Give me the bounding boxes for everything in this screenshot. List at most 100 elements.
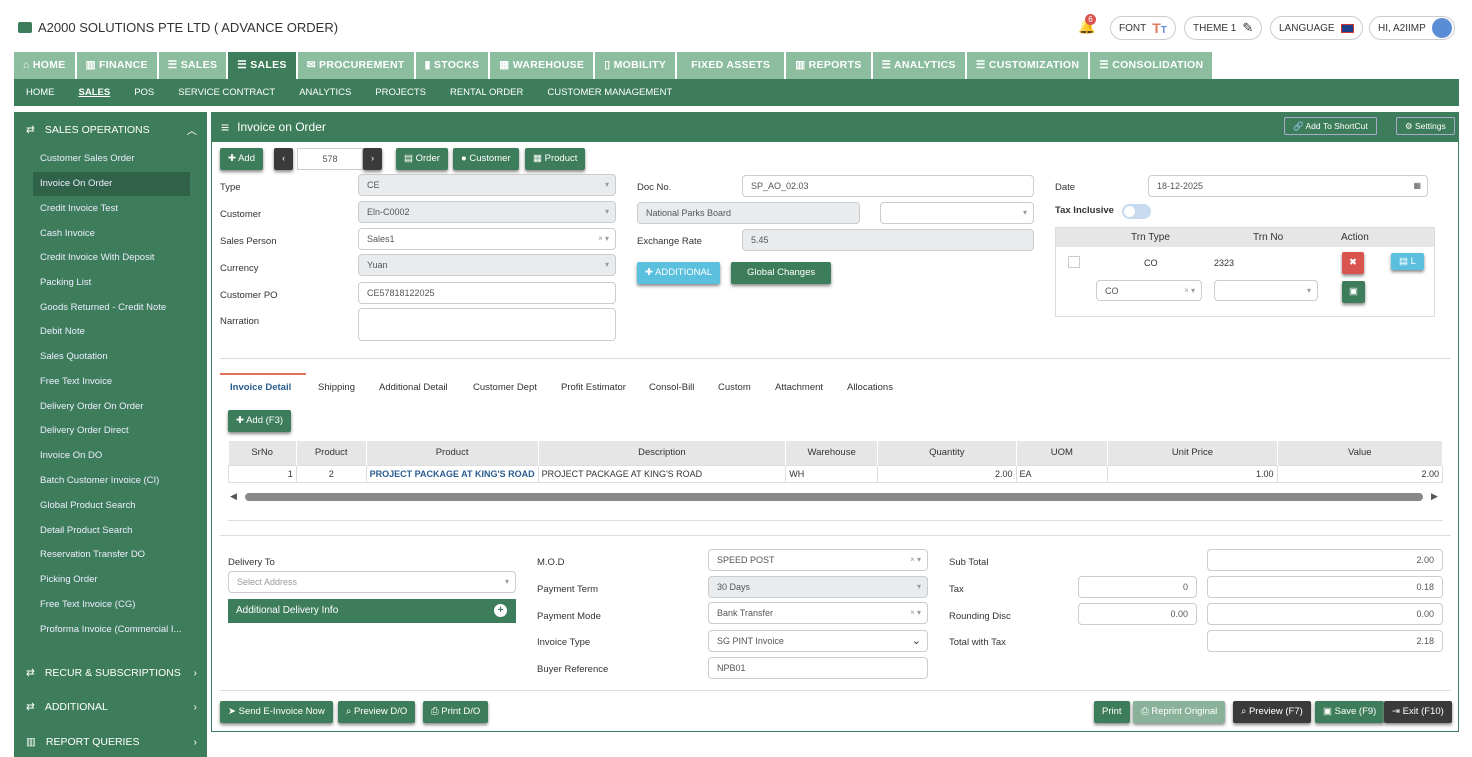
order-button[interactable]: ▤ Order (396, 148, 448, 170)
subnav-home[interactable]: HOME (14, 79, 67, 106)
nav-stocks[interactable]: ▮ STOCKS (415, 52, 489, 79)
col-unit-price[interactable]: Unit Price (1107, 441, 1278, 465)
settings-button[interactable]: ⚙ Settings (1396, 117, 1455, 135)
date-input[interactable]: 18-12-2025 ▦ (1148, 175, 1428, 197)
tab-customer-dept[interactable]: Customer Dept (473, 382, 537, 393)
col-warehouse[interactable]: Warehouse (785, 441, 879, 465)
col-product-code[interactable]: Product (296, 441, 367, 465)
contact-select[interactable]: ▾ (880, 202, 1034, 224)
customer-button[interactable]: ● Customer (453, 148, 519, 170)
sidebar-item[interactable]: Customer Sales Order (33, 147, 190, 171)
nav-fixed-assets[interactable]: FIXED ASSETS (677, 52, 785, 79)
type-select[interactable]: CE ▾ (358, 174, 616, 196)
subnav-sales[interactable]: SALES (67, 79, 123, 106)
exchange-rate-input[interactable]: 5.45 (742, 229, 1034, 251)
user-menu[interactable]: HI, A2IIMP (1369, 16, 1455, 40)
add-shortcut-button[interactable]: 🔗 Add To ShortCut (1284, 117, 1377, 135)
notification-bell-icon[interactable]: 🔔 6 (1078, 14, 1096, 35)
tab-additional-detail[interactable]: Additional Detail (379, 382, 448, 393)
tab-consol-bill[interactable]: Consol-Bill (649, 382, 694, 393)
prev-record-button[interactable]: ‹ (274, 148, 294, 170)
nav-home[interactable]: ⌂ HOME (14, 52, 75, 79)
global-changes-button[interactable]: Global Changes (731, 262, 832, 284)
row-checkbox[interactable] (1068, 256, 1080, 268)
sidebar-item[interactable]: Free Text Invoice (CG) (33, 593, 190, 617)
table-row[interactable]: 1 2 PROJECT PACKAGE AT KING'S ROAD PROJE… (228, 464, 1444, 483)
sidebar-section-recur[interactable]: ⇄ RECUR & SUBSCRIPTIONS › (14, 658, 207, 688)
rounding-input[interactable]: 0.00 (1078, 603, 1197, 625)
mod-select[interactable]: SPEED POST × ▾ (708, 549, 928, 571)
reprint-original-button[interactable]: ⎙ Reprint Original (1133, 701, 1226, 723)
payment-term-select[interactable]: 30 Days ▾ (708, 576, 928, 598)
sidebar-item[interactable]: Debit Note (33, 320, 190, 344)
sidebar-item[interactable]: Invoice On DO (33, 444, 190, 468)
nav-finance[interactable]: ▥ FINANCE (76, 52, 157, 79)
nav-reports[interactable]: ▥ REPORTS (786, 52, 871, 79)
sidebar-item[interactable]: Cash Invoice (33, 222, 190, 246)
scroll-left-icon[interactable]: ◀ (230, 491, 237, 502)
col-srno[interactable]: SrNo (228, 441, 297, 465)
narration-textarea[interactable] (358, 308, 616, 341)
docno-input[interactable]: SP_AO_02.03 (742, 175, 1034, 197)
sidebar-item[interactable]: Global Product Search (33, 494, 190, 518)
add-line-button[interactable]: ✚ Add (F3) (228, 410, 292, 432)
subnav-rental-order[interactable]: RENTAL ORDER (438, 79, 535, 106)
delivery-address-select[interactable]: Select Address ▾ (228, 571, 516, 593)
preview-do-button[interactable]: ⌕ Preview D/O (338, 701, 416, 723)
tab-profit-estimator[interactable]: Profit Estimator (561, 382, 626, 393)
font-button[interactable]: FONT TT (1110, 16, 1176, 40)
customer-po-input[interactable]: CE57818122025 (358, 282, 616, 304)
record-number-input[interactable]: 578 (297, 148, 363, 170)
nav-sales-1[interactable]: ☰ SALES (158, 52, 227, 79)
tab-shipping[interactable]: Shipping (318, 382, 355, 393)
tax-percent-input[interactable]: 0 (1078, 576, 1197, 598)
sidebar-item[interactable]: Delivery Order Direct (33, 419, 190, 443)
scroll-right-icon[interactable]: ▶ (1431, 491, 1438, 502)
subnav-customer-management[interactable]: CUSTOMER MANAGEMENT (535, 79, 684, 106)
col-uom[interactable]: UOM (1016, 441, 1109, 465)
additional-button[interactable]: ✚ ADDITIONAL (637, 262, 721, 284)
payment-mode-select[interactable]: Bank Transfer × ▾ (708, 602, 928, 624)
sidebar-item[interactable]: Packing List (33, 271, 190, 295)
add-button[interactable]: ✚ Add (220, 148, 263, 170)
trn-no-select[interactable]: ▾ (1214, 280, 1318, 301)
l-button[interactable]: ▤ L (1391, 253, 1424, 270)
tab-custom[interactable]: Custom (718, 382, 751, 393)
sidebar-item[interactable]: Proforma Invoice (Commercial I... (33, 618, 190, 642)
tab-attachment[interactable]: Attachment (775, 382, 823, 393)
calendar-icon[interactable]: ▦ (1413, 176, 1421, 196)
subnav-analytics[interactable]: ANALYTICS (287, 79, 363, 106)
nav-procurement[interactable]: ✉ PROCUREMENT (297, 52, 414, 79)
sidebar-item[interactable]: Sales Quotation (33, 345, 190, 369)
print-do-button[interactable]: ⎙ Print D/O (423, 701, 489, 723)
delete-row-button[interactable]: ✖ (1342, 252, 1364, 274)
sidebar-item-active[interactable]: Invoice On Order (33, 172, 190, 196)
col-value[interactable]: Value (1277, 441, 1444, 465)
send-einvoice-button[interactable]: ➤ Send E-Invoice Now (220, 701, 333, 723)
save-button[interactable]: ▣ Save (F9) (1315, 701, 1385, 723)
sidebar-item[interactable]: Credit Invoice With Deposit (33, 246, 190, 270)
language-button[interactable]: LANGUAGE (1270, 16, 1363, 40)
sidebar-item[interactable]: Batch Customer Invoice (CI) (33, 469, 190, 493)
product-button[interactable]: ▦ Product (525, 148, 586, 170)
horizontal-scrollbar[interactable] (245, 493, 1423, 501)
currency-select[interactable]: Yuan ▾ (358, 254, 616, 276)
sidebar-item[interactable]: Detail Product Search (33, 519, 190, 543)
tab-invoice-detail[interactable]: Invoice Detail (230, 382, 291, 393)
col-quantity[interactable]: Quantity (877, 441, 1017, 465)
col-description[interactable]: Description (538, 441, 787, 465)
buyer-reference-input[interactable]: NPB01 (708, 657, 928, 679)
col-product[interactable]: Product (366, 441, 539, 465)
exit-button[interactable]: ⇥ Exit (F10) (1384, 701, 1452, 723)
sidebar-section-additional[interactable]: ⇄ ADDITIONAL › (14, 692, 207, 722)
subnav-service-contract[interactable]: SERVICE CONTRACT (166, 79, 287, 106)
sidebar-item[interactable]: Delivery Order On Order (33, 395, 190, 419)
sidebar-item[interactable]: Free Text Invoice (33, 370, 190, 394)
tab-allocations[interactable]: Allocations (847, 382, 893, 393)
cell-product-link[interactable]: PROJECT PACKAGE AT KING'S ROAD (365, 464, 539, 483)
subnav-projects[interactable]: PROJECTS (363, 79, 438, 106)
print-button[interactable]: Print (1094, 701, 1130, 723)
hamburger-icon[interactable]: ≡ (221, 119, 229, 135)
tax-inclusive-toggle[interactable] (1122, 204, 1151, 219)
nav-sales-2[interactable]: ☰ SALES (228, 52, 296, 79)
